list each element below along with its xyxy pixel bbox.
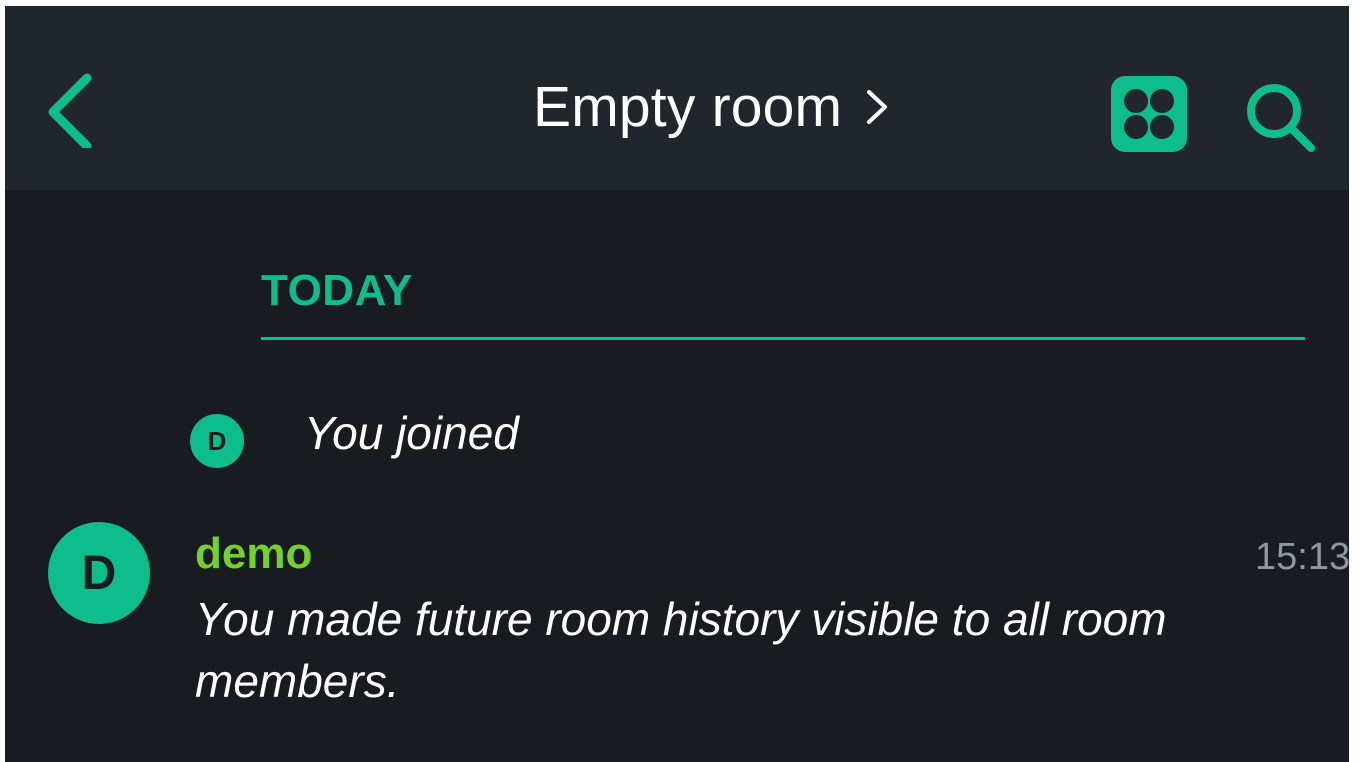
sender-avatar[interactable]: D (48, 522, 150, 624)
date-separator: TODAY (261, 262, 1305, 340)
membership-event: D You joined (190, 404, 990, 468)
membership-event-text: You joined (304, 407, 519, 459)
date-separator-label: TODAY (261, 266, 413, 315)
sender-name[interactable]: demo (195, 528, 312, 580)
widgets-button[interactable] (1111, 76, 1187, 152)
room-header: Empty room (5, 6, 1349, 190)
room-screen: Empty room TODAY D You joined D demo 15:… (5, 6, 1349, 762)
avatar-initial: D (81, 546, 117, 600)
chevron-left-icon (48, 73, 92, 151)
room-title: Empty room (533, 75, 843, 139)
date-separator-line (261, 337, 1305, 340)
avatar-initial: D (207, 425, 227, 456)
message-timestamp: 15:13 (1255, 536, 1349, 578)
search-icon (1247, 84, 1315, 152)
message-body: You made future room history visible to … (195, 593, 1167, 707)
search-button[interactable] (1243, 80, 1317, 154)
back-button[interactable] (35, 68, 105, 151)
chevron-right-icon (867, 90, 888, 124)
room-title-button[interactable]: Empty room (533, 72, 890, 142)
widgets-grid-icon (1111, 76, 1187, 152)
avatar[interactable]: D (190, 414, 244, 468)
